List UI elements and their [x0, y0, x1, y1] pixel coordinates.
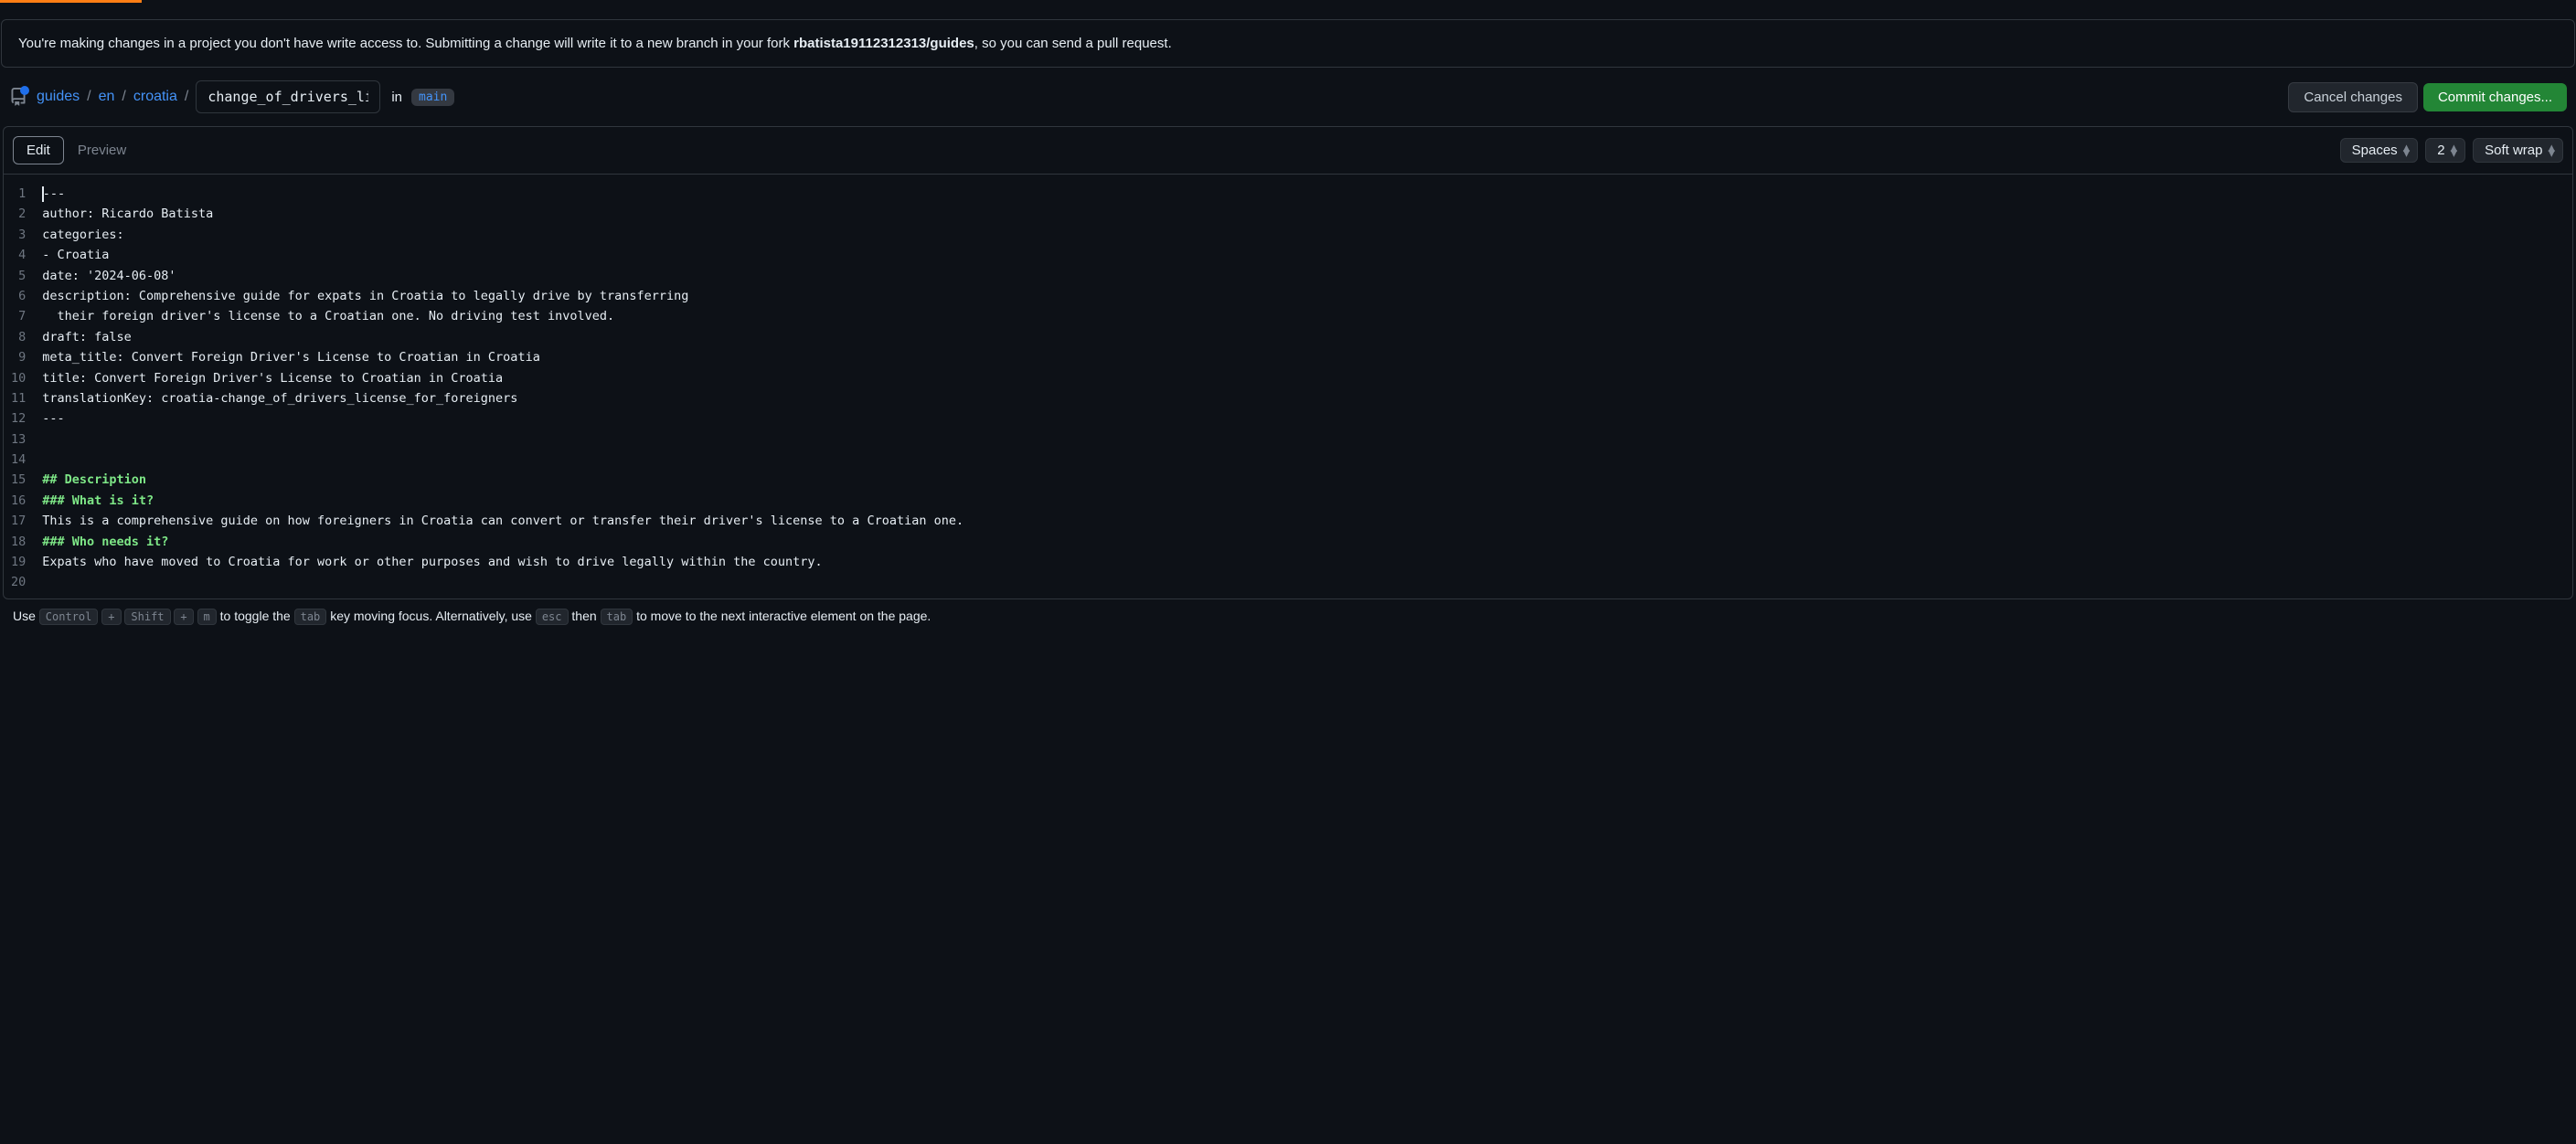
code-line[interactable]: meta_title: Convert Foreign Driver's Lic…	[42, 347, 2572, 367]
code-lines[interactable]: ---author: Ricardo Batistacategories:- C…	[42, 184, 2572, 593]
code-line[interactable]: author: Ricardo Batista	[42, 204, 2572, 224]
fork-notice: You're making changes in a project you d…	[1, 19, 2575, 68]
editor-container: Edit Preview Spaces ▴▾ 2 ▴▾ Soft wrap ▴▾…	[3, 126, 2573, 599]
code-line[interactable]	[42, 450, 2572, 470]
in-label: in	[391, 90, 402, 105]
breadcrumb-sep: /	[87, 89, 90, 105]
code-line[interactable]: categories:	[42, 225, 2572, 245]
kbd-plus: +	[101, 609, 121, 625]
line-gutter: 1234567891011121314151617181920	[4, 184, 42, 593]
breadcrumb-sep: /	[185, 89, 188, 105]
kbd-control: Control	[39, 609, 99, 625]
line-number: 2	[11, 204, 26, 224]
line-number: 4	[11, 245, 26, 265]
filename-input[interactable]	[196, 80, 380, 113]
line-number: 5	[11, 266, 26, 286]
breadcrumb-repo[interactable]: guides	[37, 89, 80, 105]
code-line[interactable]: date: '2024-06-08'	[42, 266, 2572, 286]
line-number: 11	[11, 388, 26, 408]
kbd-shift: Shift	[124, 609, 170, 625]
kbd-esc: esc	[536, 609, 569, 625]
wrap-mode-value: Soft wrap	[2485, 143, 2542, 158]
line-number: 12	[11, 408, 26, 429]
kbd-tab: tab	[601, 609, 633, 625]
code-line[interactable]: ---	[42, 184, 2572, 204]
line-number: 10	[11, 368, 26, 388]
kbd-plus: +	[174, 609, 193, 625]
breadcrumb-seg-croatia[interactable]: croatia	[133, 89, 177, 105]
notice-fork: rbatista19112312313/guides	[793, 36, 974, 51]
code-line[interactable]: description: Comprehensive guide for exp…	[42, 286, 2572, 306]
breadcrumb-sep: /	[122, 89, 125, 105]
line-number: 17	[11, 511, 26, 531]
updown-icon: ▴▾	[2403, 145, 2411, 156]
indent-size-value: 2	[2437, 143, 2444, 158]
tab-group: Edit Preview	[13, 136, 140, 164]
line-number: 13	[11, 429, 26, 450]
line-number: 14	[11, 450, 26, 470]
wrap-mode-select[interactable]: Soft wrap ▴▾	[2473, 138, 2563, 163]
code-editor[interactable]: 1234567891011121314151617181920 ---autho…	[4, 174, 2572, 598]
code-line[interactable]: This is a comprehensive guide on how for…	[42, 511, 2572, 531]
line-number: 7	[11, 306, 26, 326]
code-line[interactable]: title: Convert Foreign Driver's License …	[42, 368, 2572, 388]
code-line[interactable]: ## Description	[42, 470, 2572, 490]
kbd-tab: tab	[294, 609, 327, 625]
line-number: 15	[11, 470, 26, 490]
editor-toolbar: Edit Preview Spaces ▴▾ 2 ▴▾ Soft wrap ▴▾	[4, 127, 2572, 174]
text-cursor	[42, 186, 44, 202]
code-line[interactable]: translationKey: croatia-change_of_driver…	[42, 388, 2572, 408]
code-line[interactable]	[42, 429, 2572, 450]
breadcrumb-seg-en[interactable]: en	[99, 89, 115, 105]
line-number: 9	[11, 347, 26, 367]
repo-icon	[9, 88, 27, 106]
tab-edit[interactable]: Edit	[13, 136, 64, 164]
code-line[interactable]: ### What is it?	[42, 491, 2572, 511]
code-line[interactable]: ---	[42, 408, 2572, 429]
line-number: 19	[11, 552, 26, 572]
code-line[interactable]: - Croatia	[42, 245, 2572, 265]
code-line[interactable]: their foreign driver's license to a Croa…	[42, 306, 2572, 326]
code-line[interactable]: draft: false	[42, 327, 2572, 347]
breadcrumb-row: guides / en / croatia / in main Cancel c…	[0, 68, 2576, 126]
line-number: 16	[11, 491, 26, 511]
updown-icon: ▴▾	[2451, 145, 2458, 156]
cancel-button[interactable]: Cancel changes	[2288, 82, 2418, 112]
line-number: 18	[11, 532, 26, 552]
keyboard-hint: Use Control + Shift + m to toggle the ta…	[0, 599, 2576, 634]
line-number: 3	[11, 225, 26, 245]
indent-mode-select[interactable]: Spaces ▴▾	[2340, 138, 2419, 163]
progress-bar	[0, 0, 142, 3]
commit-button[interactable]: Commit changes...	[2423, 83, 2567, 111]
updown-icon: ▴▾	[2548, 145, 2555, 156]
line-number: 1	[11, 184, 26, 204]
line-number: 8	[11, 327, 26, 347]
code-line[interactable]: ### Who needs it?	[42, 532, 2572, 552]
line-number: 6	[11, 286, 26, 306]
unsaved-indicator	[20, 86, 29, 95]
code-line[interactable]	[42, 572, 2572, 592]
line-number: 20	[11, 572, 26, 592]
branch-tag[interactable]: main	[411, 89, 454, 106]
code-line[interactable]: Expats who have moved to Croatia for wor…	[42, 552, 2572, 572]
tab-preview[interactable]: Preview	[64, 136, 140, 164]
notice-suffix: , so you can send a pull request.	[974, 36, 1172, 51]
indent-mode-value: Spaces	[2352, 143, 2398, 158]
indent-size-select[interactable]: 2 ▴▾	[2425, 138, 2465, 163]
kbd-m: m	[197, 609, 217, 625]
notice-prefix: You're making changes in a project you d…	[18, 36, 793, 51]
